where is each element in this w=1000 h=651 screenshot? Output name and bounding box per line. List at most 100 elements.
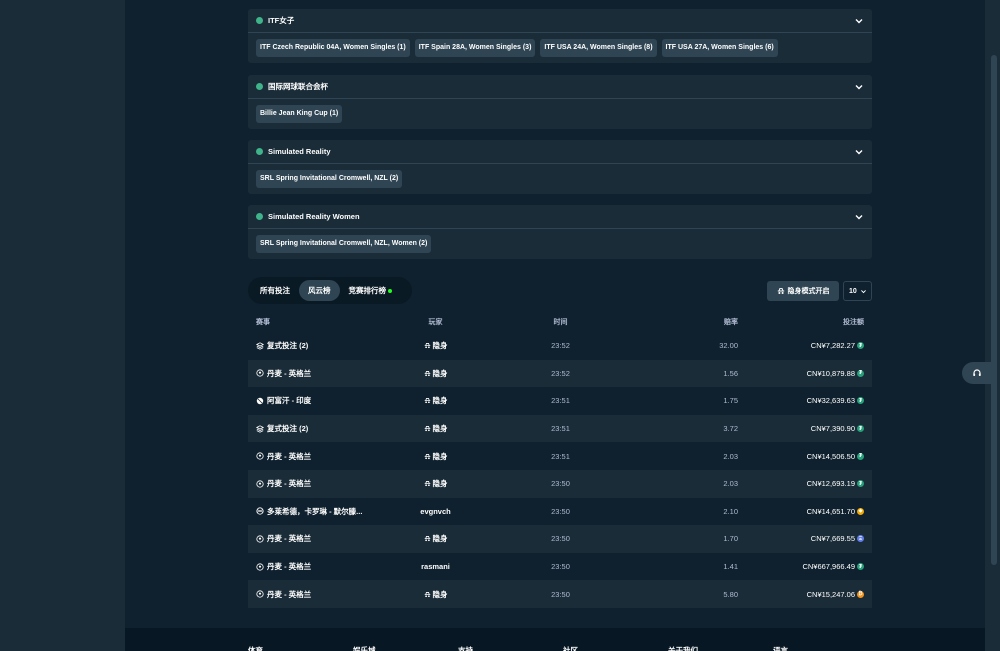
time-cell: 23:52 [551,368,570,378]
event-cell[interactable]: 丹麦 - 英格兰 [248,561,388,572]
chip-list: ITF Czech Republic 04A, Women Singles (1… [248,33,872,63]
footer-link[interactable]: 社区 [563,645,668,651]
soccer-ball-icon [256,562,264,571]
tether-coin-icon: ₮ [857,452,864,460]
chevron-down-icon[interactable] [854,212,864,222]
stealth-mode-button[interactable]: 隐身模式开启 [767,281,839,301]
stealth-mode-label: 隐身模式开启 [787,288,830,295]
tennis-ball-icon [256,507,264,515]
support-button[interactable] [962,362,992,384]
footer-link[interactable]: 语言 [773,645,878,651]
tournament-section: ITF女子 ITF Czech Republic 04A, Women Singl… [248,9,872,63]
chevron-down-icon[interactable] [854,82,864,92]
chip-list: Billie Jean King Cup (1) [248,99,872,129]
tournament-chip[interactable]: Billie Jean King Cup (1) [256,105,343,123]
player-name: 隐身 [432,451,448,461]
scrollbar[interactable] [985,0,1000,651]
event-name: 复式投注 (2) [267,424,309,434]
soccer-ball-icon [256,535,264,543]
chevron-down-icon[interactable] [854,147,864,157]
section-header[interactable]: Simulated Reality Women [248,205,872,229]
tab-race-leaderboard-label: 竞赛排行榜 [348,286,387,295]
section-title: Simulated Reality [268,147,331,156]
table-row[interactable]: 丹麦 - 英格兰 隐身 23:50 2.03 CN¥12,693.19 ₮ [248,469,872,498]
section-header[interactable]: Simulated Reality [248,140,872,164]
tab-high-rollers[interactable]: 风云榜 [299,280,340,301]
player-cell[interactable]: rasmani [388,562,483,571]
section-header[interactable]: ITF女子 [248,9,872,33]
tournament-chip[interactable]: SRL Spring Invitational Cromwell, NZL (2… [256,170,403,188]
event-cell[interactable]: 丹麦 - 英格兰 [248,589,388,600]
player-name: 隐身 [432,589,448,599]
btc-coin-icon: ₿ [857,590,864,598]
table-row[interactable]: 阿富汗 - 印度 隐身 23:51 1.75 CN¥32,639.63 ₮ [248,387,872,415]
tournament-chip[interactable]: ITF USA 27A, Women Singles (6) [661,39,778,57]
odds-cell: 1.75 [723,396,738,406]
tab-all-bets[interactable]: 所有投注 [251,280,299,301]
tournament-chip[interactable]: ITF Czech Republic 04A, Women Singles (1… [256,39,410,57]
section-header[interactable]: 国际网球联合会杯 [248,75,872,99]
odds-cell: 3.72 [723,424,738,434]
time-cell: 23:51 [551,451,570,461]
player-cell: 隐身 [388,340,483,351]
event-cell[interactable]: 丹麦 - 英格兰 [248,368,388,379]
odds-cell: 1.70 [723,534,738,544]
event-cell[interactable]: 复式投注 (2) [248,423,388,434]
table-row[interactable]: 丹麦 - 英格兰 rasmani 23:50 1.41 CN¥667,966.49 ₮ [248,553,872,581]
footer-link[interactable]: 支持 [458,645,563,651]
table-row[interactable]: 复式投注 (2) 隐身 23:52 32.00 CN¥7,282.27 ₮ [248,332,872,360]
bets-table: 赛事 玩家 时间 赔率 投注额 复式投注 (2) 隐身 23:52 32.00 CN¥7… [248,312,872,608]
player-cell: 隐身 [388,589,483,600]
multi-bet-icon [256,342,264,350]
event-cell[interactable]: 多莱希德，卡罗琳 - 默尔滕... [248,506,388,517]
amount-value: CN¥12,693.19 [806,479,855,489]
event-name: 丹麦 - 英格兰 [267,589,312,599]
tab-race-leaderboard[interactable]: 竞赛排行榜 [340,280,402,301]
header-amount: 投注额 [843,319,864,326]
table-row[interactable]: 丹麦 - 英格兰 隐身 23:50 1.70 CN¥7,669.55 Ξ [248,525,872,553]
event-name: 多莱希德，卡罗琳 - 默尔滕... [267,506,363,516]
footer-link[interactable]: 关于我们 [668,645,773,651]
footer-link[interactable]: 娱乐城 [353,645,458,651]
event-cell[interactable]: 复式投注 (2) [248,340,388,351]
status-dot-icon [256,17,263,24]
player-cell[interactable]: evgnvch [388,507,483,516]
scroll-thumb[interactable] [991,55,997,565]
amount-cell: CN¥15,247.06 ₿ [738,590,872,599]
incognito-icon [424,343,430,349]
amount-value: CN¥7,390.90 [810,424,855,434]
amount-cell: CN¥10,879.88 ₮ [738,369,872,378]
chevron-down-icon[interactable] [854,16,864,26]
player-name: 隐身 [432,534,448,544]
time-cell: 23:51 [551,396,570,406]
section-title: Simulated Reality Women [268,212,360,221]
table-row[interactable]: 丹麦 - 英格兰 隐身 23:50 5.80 CN¥15,247.06 ₿ [248,580,872,608]
event-cell[interactable]: 丹麦 - 英格兰 [248,478,388,489]
event-cell[interactable]: 丹麦 - 英格兰 [248,451,388,462]
table-row[interactable]: 多莱希德，卡罗琳 - 默尔滕... evgnvch 23:50 2.10 CN¥14,6… [248,498,872,526]
player-cell: 隐身 [388,451,483,462]
table-row[interactable]: 复式投注 (2) 隐身 23:51 3.72 CN¥7,390.90 ₮ [248,414,872,443]
player-name: 隐身 [432,368,448,378]
table-row[interactable]: 丹麦 - 英格兰 隐身 23:52 1.56 CN¥10,879.88 ₮ [248,359,872,388]
tournament-chip[interactable]: ITF USA 24A, Women Singles (8) [540,39,657,57]
amount-value: CN¥32,639.63 [806,396,855,406]
footer-link[interactable]: 体育 [248,645,353,651]
page-size-select[interactable]: 10 [843,281,872,301]
player-name: 隐身 [432,479,448,489]
odds-cell: 2.03 [723,451,738,461]
player-cell: 隐身 [388,368,483,379]
status-dot-icon [256,83,263,90]
cricket-ball-icon [256,397,264,405]
event-cell[interactable]: 丹麦 - 英格兰 [248,533,388,544]
tournament-chip[interactable]: ITF Spain 28A, Women Singles (3) [414,39,536,57]
time-cell: 23:50 [551,534,570,544]
section-title: 国际网球联合会杯 [268,82,328,91]
soccer-ball-icon [256,369,264,377]
amount-value: CN¥15,247.06 [806,589,855,599]
gold-coin-icon: ◆ [857,507,864,515]
tournament-chip[interactable]: SRL Spring Invitational Cromwell, NZL, W… [256,235,432,253]
event-cell[interactable]: 阿富汗 - 印度 [248,395,388,406]
table-row[interactable]: 丹麦 - 英格兰 隐身 23:51 2.03 CN¥14,506.50 ₮ [248,442,872,470]
table-body: 复式投注 (2) 隐身 23:52 32.00 CN¥7,282.27 ₮ 丹麦 - 英格兰… [248,332,872,608]
